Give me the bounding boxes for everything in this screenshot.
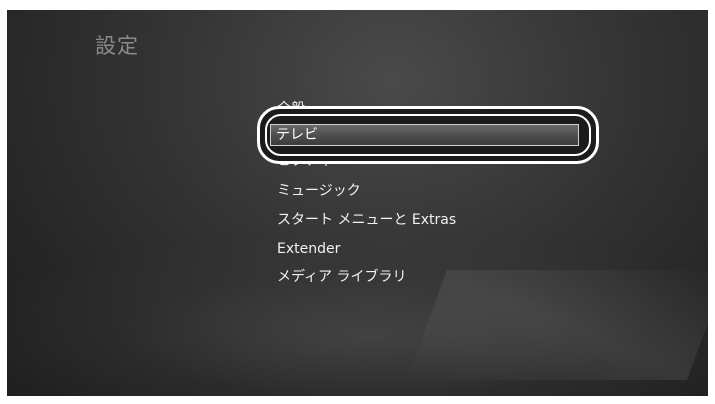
menu-item-label: Extender (277, 241, 341, 257)
menu-item-tv[interactable]: テレビ (270, 124, 579, 146)
menu-item-extender[interactable]: Extender (277, 238, 340, 260)
menu-item-media-library[interactable]: メディア ライブラリ (277, 266, 406, 288)
settings-menu: 全般 ピクチャ テレビ ミュージック スタート メニューと Extras Ext… (7, 10, 708, 396)
menu-item-label: テレビ (276, 127, 318, 143)
media-center-screen: 設定 全般 ピクチャ テレビ ミュージック スタート メニューと Extras … (7, 10, 708, 396)
menu-item-start-menu-extras[interactable]: スタート メニューと Extras (277, 209, 456, 231)
selection-callout-frame: テレビ (257, 106, 599, 164)
menu-item-label: メディア ライブラリ (277, 269, 407, 285)
menu-item-music[interactable]: ミュージック (277, 180, 361, 202)
menu-item-label: スタート メニューと Extras (277, 212, 457, 228)
menu-item-label: ミュージック (277, 183, 361, 199)
